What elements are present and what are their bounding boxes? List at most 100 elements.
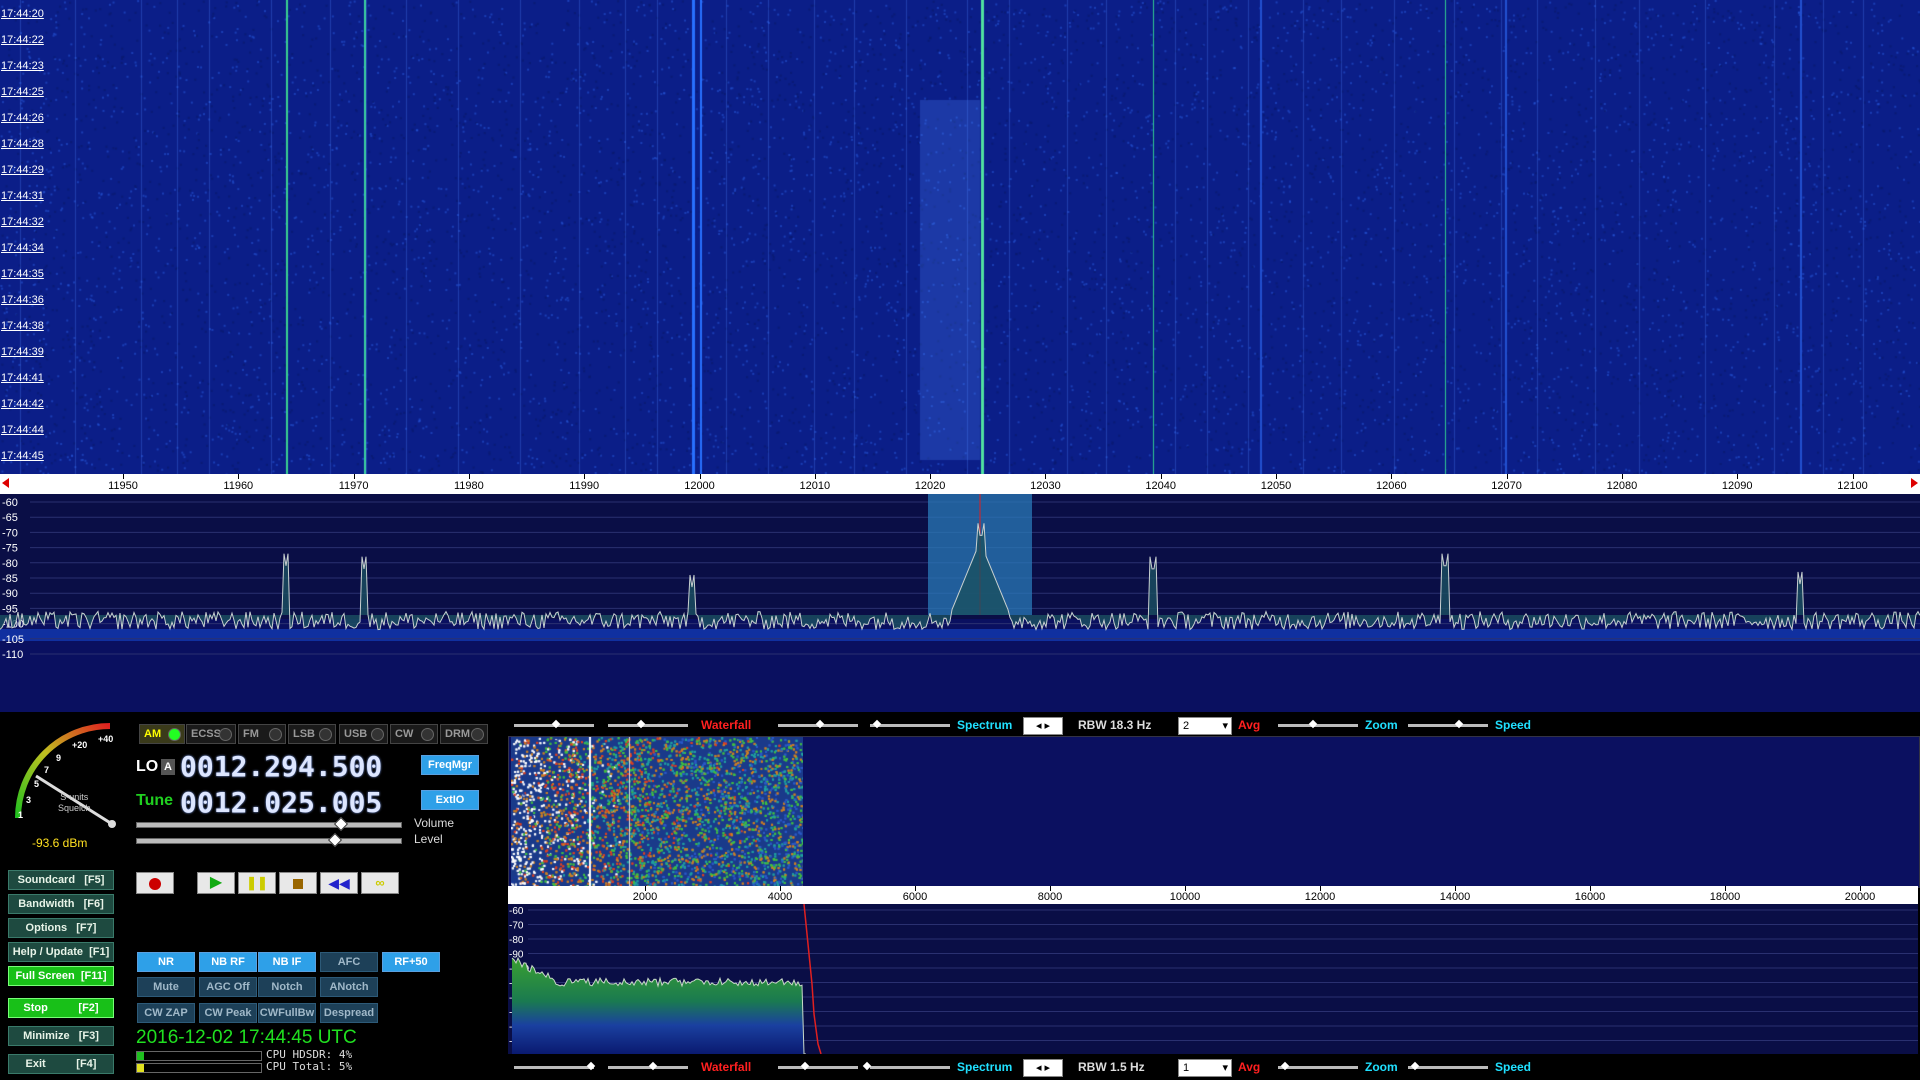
waterfall-slider-4[interactable] xyxy=(608,1066,688,1069)
avg-label: Avg xyxy=(1238,718,1261,732)
mode-button-usb[interactable]: USB xyxy=(339,724,388,744)
dsp-button-nbrf[interactable]: NB RF xyxy=(199,952,257,972)
mode-label: AM xyxy=(144,728,162,740)
scroll-right-arrow-icon[interactable] xyxy=(1911,478,1918,488)
rf-spectrum-plot[interactable]: -60-65-70-75-80-85-90-95-100-105-110 xyxy=(0,494,1920,712)
side-button[interactable]: Full Screen [F11] xyxy=(8,966,114,986)
zoom-slider[interactable] xyxy=(1278,724,1358,727)
dsp-button-cwzap[interactable]: CW ZAP xyxy=(137,1003,195,1023)
waterfall-slider-2[interactable] xyxy=(608,724,688,727)
level-label: Level xyxy=(414,832,443,846)
af-frequency-tick-label: 20000 xyxy=(1844,891,1876,903)
side-button[interactable]: Help / Update [F1] xyxy=(8,942,114,962)
af-frequency-tick-mark xyxy=(915,886,916,891)
rbw-stepper[interactable]: ◂ ▸ xyxy=(1023,717,1063,735)
rf-waterfall[interactable]: 17:44:20 17:44:22 17:44:23 17:44:25 17:44:26… xyxy=(0,0,1920,474)
dsp-button-rf50[interactable]: RF+50 xyxy=(382,952,440,972)
time-label: 17:44:39 xyxy=(1,346,44,358)
frequency-tick-label: 12070 xyxy=(1491,480,1522,492)
extio-button[interactable]: ExtIO xyxy=(421,790,479,810)
tune-label: Tune xyxy=(136,792,174,809)
mode-led-icon xyxy=(421,728,434,741)
lo-label: LO xyxy=(136,758,159,775)
play-button[interactable]: ▶ xyxy=(197,872,235,894)
time-label: 17:44:41 xyxy=(1,372,44,384)
spectrum-slider-2[interactable] xyxy=(870,724,950,727)
dsp-button-nbif[interactable]: NB IF xyxy=(258,952,316,972)
mode-led-icon xyxy=(371,728,384,741)
freqmgr-button[interactable]: FreqMgr xyxy=(421,755,479,775)
dsp-button-nr[interactable]: NR xyxy=(137,952,195,972)
dsp-button-cwpeak[interactable]: CW Peak xyxy=(199,1003,257,1023)
volume-slider[interactable] xyxy=(136,822,402,828)
cpu-readout: CPU HDSDR: 4% CPU Total: 5% xyxy=(266,1049,352,1073)
rf-waterfall-canvas[interactable] xyxy=(0,0,1920,474)
af-frequency-tick-label: 8000 xyxy=(1037,891,1063,903)
af-frequency-tick-label: 16000 xyxy=(1574,891,1606,903)
speed-slider[interactable] xyxy=(1408,724,1488,727)
lo-frequency[interactable]: 0012.294.500 xyxy=(180,750,382,783)
db-label: -105 xyxy=(2,634,24,646)
frequency-tick-mark xyxy=(353,474,355,479)
time-label: 17:44:36 xyxy=(1,294,44,306)
rewind-button[interactable]: ◀◀ xyxy=(320,872,358,894)
waterfall-slider-3[interactable] xyxy=(514,1066,594,1069)
zoom-label: Zoom xyxy=(1365,718,1398,732)
level-slider[interactable] xyxy=(136,838,402,844)
speed-slider-bottom[interactable] xyxy=(1408,1066,1488,1069)
avg-select[interactable]: 2 ▾ xyxy=(1178,717,1232,735)
mode-button-fm[interactable]: FM xyxy=(238,724,286,744)
lo-tag[interactable]: A xyxy=(161,759,175,775)
rf-spectrum[interactable]: -60-65-70-75-80-85-90-95-100-105-110 xyxy=(0,494,1920,713)
af-db-label: -80 xyxy=(509,935,524,946)
rf-frequency-axis[interactable]: 11950 11960 11970 11980 11990 12000 12010 12020… xyxy=(0,474,1920,495)
mode-label: DRM xyxy=(445,728,471,740)
side-button[interactable]: Minimize [F3] xyxy=(8,1026,114,1046)
record-button[interactable] xyxy=(136,872,174,894)
tune-frequency[interactable]: 0012.025.005 xyxy=(180,786,382,819)
dsp-button-despread[interactable]: Despread xyxy=(320,1003,378,1023)
af-filter-edge xyxy=(803,904,822,1054)
mode-button-ecss[interactable]: ECSS xyxy=(186,724,236,744)
dsp-button-agcoff[interactable]: AGC Off xyxy=(199,977,257,997)
side-button[interactable]: Stop [F2] xyxy=(8,998,114,1018)
af-frequency-tick-label: 10000 xyxy=(1169,891,1201,903)
frequency-tick-mark xyxy=(1737,474,1739,479)
dsp-button-notch[interactable]: Notch xyxy=(258,977,316,997)
side-button[interactable]: Exit [F4] xyxy=(8,1054,114,1074)
af-waterfall[interactable] xyxy=(508,736,1920,888)
stop-transport-button[interactable] xyxy=(279,872,317,894)
side-button[interactable]: Bandwidth [F6] xyxy=(8,894,114,914)
af-spectrum[interactable]: -60-70-80-90-100-110-120-130-140-150-160 xyxy=(508,904,1918,1054)
db-label: -80 xyxy=(2,558,18,570)
avg-select-bottom[interactable]: 1 ▾ xyxy=(1178,1059,1232,1077)
loop-button[interactable]: ∞ xyxy=(361,872,399,894)
scroll-left-arrow-icon[interactable] xyxy=(2,478,9,488)
frequency-tick-label: 12050 xyxy=(1260,480,1292,492)
side-button[interactable]: Soundcard [F5] xyxy=(8,870,114,890)
frequency-tick-label: 11980 xyxy=(454,480,484,492)
af-frequency-axis[interactable]: 2000 4000 6000 8000 10000 12000 14000 16000 1800… xyxy=(508,886,1918,904)
mode-button-lsb[interactable]: LSB xyxy=(288,724,336,744)
frequency-tick-label: 12080 xyxy=(1606,480,1638,492)
rbw-stepper-bottom[interactable]: ◂ ▸ xyxy=(1023,1059,1063,1077)
pause-button[interactable]: ❚❚ xyxy=(238,872,276,894)
zoom-slider-bottom[interactable] xyxy=(1278,1066,1358,1069)
af-frequency-tick-mark xyxy=(780,886,781,891)
dsp-button-afc[interactable]: AFC xyxy=(320,952,378,972)
signal-level-readout: -93.6 dBm xyxy=(32,836,88,850)
mode-button-am[interactable]: AM xyxy=(139,724,185,744)
mode-button-cw[interactable]: CW xyxy=(390,724,438,744)
spectrum-slider-3[interactable] xyxy=(778,1066,858,1069)
mode-button-drm[interactable]: DRM xyxy=(440,724,488,744)
side-button[interactable]: Options [F7] xyxy=(8,918,114,938)
af-frequency-tick-label: 12000 xyxy=(1304,891,1336,903)
dsp-button-anotch[interactable]: ANotch xyxy=(320,977,378,997)
spectrum-slider-4[interactable] xyxy=(870,1066,950,1069)
af-spectrum-plot[interactable]: -60-70-80-90-100-110-120-130-140-150-160 xyxy=(508,904,1918,1054)
dsp-button-cwfullbw[interactable]: CWFullBw xyxy=(258,1003,316,1023)
dsp-button-mute[interactable]: Mute xyxy=(137,977,195,997)
s-meter-tick: 5 xyxy=(34,779,40,789)
af-waterfall-canvas[interactable] xyxy=(511,737,803,887)
af-frequency-tick-mark xyxy=(1455,886,1456,891)
